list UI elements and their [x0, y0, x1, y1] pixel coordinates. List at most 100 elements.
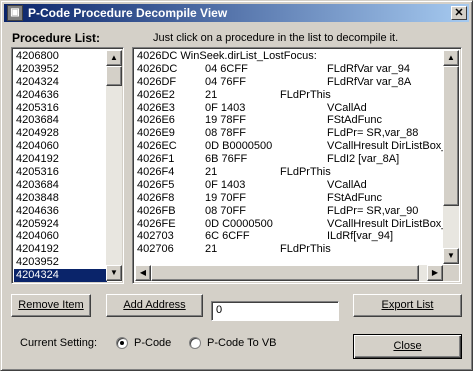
address-input[interactable]: 0 [211, 301, 339, 321]
scrollbar-thumb[interactable] [151, 265, 419, 281]
code-bytes: 6B 76FF [205, 153, 248, 166]
scrollbar-thumb[interactable] [443, 66, 459, 206]
code-bytes: 04 76FF [205, 75, 246, 88]
code-address: 402706 [137, 243, 174, 256]
app-icon: ▣ [7, 5, 23, 21]
code-address: 4026DF [137, 75, 177, 88]
code-address: 4026F8 [137, 191, 175, 204]
code-line: 4026F5 0F 1403 VCallAd [135, 179, 443, 192]
code-line: 4026E2 21 FLdPrThis [135, 89, 443, 102]
code-line: 4026E3 0F 1403 VCallAd [135, 102, 443, 115]
code-address: 4026F5 [137, 178, 175, 191]
procedure-list-label: Procedure List: [12, 31, 101, 45]
close-label: Close [393, 340, 422, 352]
code-line: 4026E6 19 78FF FStAdFunc [135, 114, 443, 127]
code-bytes: 0D C0000500 [205, 217, 273, 230]
code-bytes: 19 70FF [205, 191, 246, 204]
code-line: 4026F1 6B 76FF FLdI2 [var_8A] [135, 153, 443, 166]
code-bytes: 0D B0000500 [205, 140, 273, 153]
close-button[interactable]: Close [353, 334, 462, 359]
procedure-header: 4026DC WinSeek.dirList_LostFocus: [137, 50, 317, 62]
procedure-list-item[interactable]: 4203952 [14, 256, 107, 269]
scroll-left-icon[interactable]: ◀ [135, 265, 151, 281]
code-line: 402703 6C 6CFF ILdRf[var_94] [135, 230, 443, 243]
code-address: 4026E2 [137, 88, 175, 101]
procedure-list-item[interactable]: 4204928 [14, 127, 107, 140]
procedure-list-item[interactable]: 4204636 [14, 205, 107, 218]
scroll-right-icon[interactable]: ▶ [427, 265, 443, 281]
code-opcode: FLdPrThis [280, 243, 331, 256]
code-bytes: 6C 6CFF [205, 230, 250, 243]
code-line: 4026DC 04 6CFF FLdRfVar var_94 [135, 63, 443, 76]
scroll-down-icon[interactable]: ▼ [106, 265, 122, 281]
procedure-list-item[interactable]: 4203848 [14, 192, 107, 205]
title-bar[interactable]: ▣ P-Code Procedure Decompile View ✕ [4, 4, 469, 22]
code-address: 402703 [137, 230, 174, 243]
scroll-up-icon[interactable]: ▲ [443, 50, 459, 66]
code-vertical-scrollbar[interactable]: ▲ ▼ [443, 50, 459, 264]
export-list-button[interactable]: Export List [353, 294, 462, 317]
scrollbar-corner [443, 265, 459, 281]
code-opcode: FStAdFunc [327, 114, 383, 127]
radio-pcode-label[interactable]: P-Code [134, 337, 171, 349]
add-address-button[interactable]: Add Address [106, 294, 203, 317]
procedure-list-item[interactable]: 4204636 [14, 89, 107, 102]
code-bytes: 19 78FF [205, 114, 246, 127]
radio-pcode-to-vb[interactable] [189, 337, 201, 349]
code-line: 4026F8 19 70FF FStAdFunc [135, 192, 443, 205]
procedure-list-item[interactable]: 4205924 [14, 218, 107, 231]
code-bytes: 08 78FF [205, 127, 246, 140]
decompile-window: ▣ P-Code Procedure Decompile View ✕ Proc… [0, 0, 473, 371]
code-bytes: 21 [205, 243, 218, 256]
code-address: 4026E6 [137, 114, 175, 127]
code-address: 4026F4 [137, 166, 175, 179]
code-line: 4026FE 0D C0000500 VCallHresult DirListBox… [135, 217, 450, 231]
decompile-output[interactable]: 4026DC WinSeek.dirList_LostFocus: 4026DC… [132, 47, 462, 284]
code-opcode: VCallAd [327, 101, 367, 114]
procedure-list-item[interactable]: 4203684 [14, 114, 107, 127]
window-title: P-Code Procedure Decompile View [28, 6, 228, 20]
procedure-list-item[interactable]: 4203952 [14, 63, 107, 76]
code-opcode: FLdPrThis [280, 88, 331, 101]
procedure-list-item[interactable]: 4204324 [14, 76, 107, 89]
code-opcode: FLdPr= SR,var_88 [327, 127, 419, 140]
code-bytes: 08 70FF [205, 204, 246, 217]
procedure-list-item[interactable]: 4203684 [14, 179, 107, 192]
procedure-list-item[interactable]: 4204060 [14, 230, 107, 243]
remove-item-button[interactable]: Remove Item [11, 294, 91, 317]
export-list-label: Export List [381, 299, 434, 311]
procedure-list-item[interactable]: 4204060 [14, 140, 107, 153]
procedure-list-item[interactable]: 4205316 [14, 166, 107, 179]
scrollbar-thumb[interactable] [106, 66, 122, 86]
title-close-button[interactable]: ✕ [451, 6, 467, 20]
code-opcode: ILdRf[var_94] [327, 230, 394, 243]
procedure-list-item[interactable]: 4204192 [14, 243, 107, 256]
code-opcode: FLdRfVar var_94 [327, 62, 410, 75]
procedure-list-item[interactable]: 4204192 [14, 153, 107, 166]
code-opcode: FStAdFunc [327, 191, 383, 204]
current-setting-label: Current Setting: [20, 337, 98, 349]
code-line: 4026E9 08 78FF FLdPr= SR,var_88 [135, 127, 443, 140]
procedure-list-item[interactable]: 4205316 [14, 102, 107, 115]
procedure-list[interactable]: 4206800 4203952 4204324 4204636 4205316 42036… [11, 47, 124, 284]
code-line: 402706 21 FLdPrThis [135, 243, 443, 256]
scroll-down-icon[interactable]: ▼ [443, 248, 459, 264]
code-line: 4026EC 0D B0000500 VCallHresult DirListBox… [135, 140, 450, 153]
code-bytes: 21 [205, 88, 218, 101]
code-opcode: FLdPr= SR,var_90 [327, 204, 419, 217]
procedure-list-item[interactable]: 4206800 [14, 50, 107, 63]
scroll-up-icon[interactable]: ▲ [106, 50, 122, 66]
code-horizontal-scrollbar[interactable]: ◀ ▶ [135, 265, 443, 281]
radio-selected-dot [120, 341, 124, 345]
radio-pcode-to-vb-label[interactable]: P-Code To VB [207, 337, 277, 349]
procedure-list-item[interactable]: 4204324 [14, 269, 107, 283]
procedure-list-scrollbar[interactable]: ▲ ▼ [106, 50, 122, 281]
code-address: 4026FE [137, 217, 176, 230]
radio-pcode[interactable] [116, 337, 128, 349]
code-address: 4026EC [137, 140, 177, 153]
code-opcode: FLdPrThis [280, 166, 331, 179]
code-line: 4026DF 04 76FF FLdRfVar var_8A [135, 76, 443, 89]
code-bytes: 0F 1403 [205, 101, 246, 114]
code-address: 4026F1 [137, 153, 175, 166]
code-line: 4026F4 21 FLdPrThis [135, 166, 443, 179]
